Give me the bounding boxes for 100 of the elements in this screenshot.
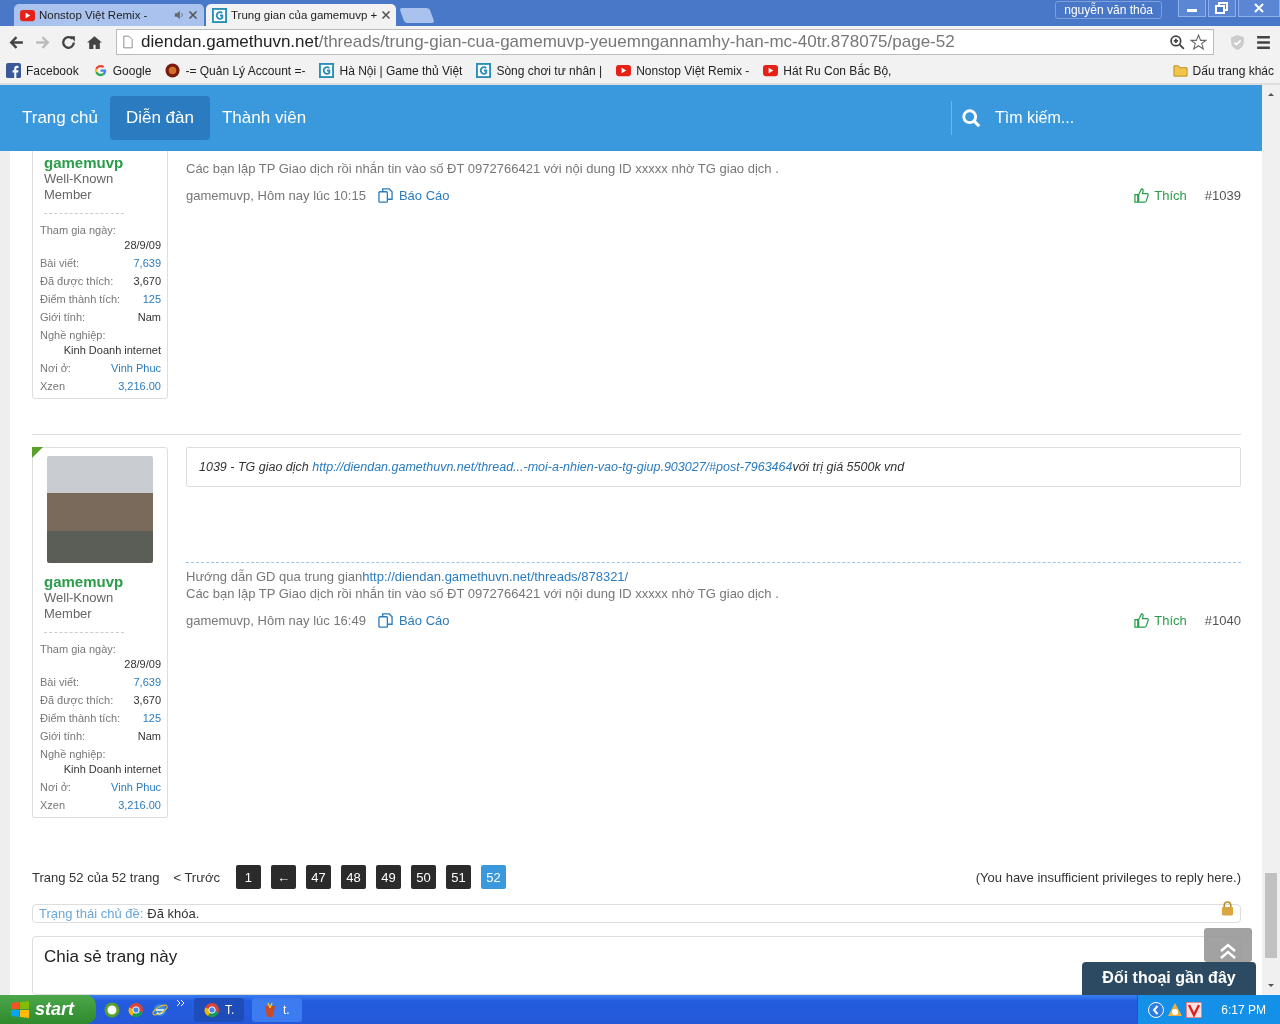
stat-value[interactable]: 7,639 <box>133 257 161 269</box>
browser-tab[interactable]: Nonstop Việt Remix - <box>14 4 204 26</box>
stat-label: Nghề nghiệp: <box>40 748 107 760</box>
bookmark[interactable]: Facebook <box>6 63 79 78</box>
bookmark[interactable]: Hà Nội | Game thủ Việt <box>319 63 463 78</box>
corner-mark-icon <box>32 447 43 458</box>
page-button[interactable]: 51 <box>445 865 471 889</box>
page-summary: Trang 52 của 52 trang <box>32 869 160 885</box>
left-chevron-icon[interactable] <box>1148 1001 1165 1018</box>
taskbar-button[interactable]: T. <box>194 997 244 1022</box>
quote-text: 1039 - TG giao dịch <box>199 460 309 474</box>
bookmark[interactable]: Google <box>92 63 152 78</box>
cup-icon <box>262 1001 278 1018</box>
four-color-flag-icon <box>10 1000 30 1019</box>
chevron-icon[interactable] <box>176 999 186 1007</box>
like-link[interactable]: Thích <box>1134 613 1187 628</box>
search-field[interactable]: Tìm kiếm... <box>993 108 1237 128</box>
share-title: Chia sẻ trang này <box>44 947 179 968</box>
stat-label: Giới tính: <box>40 311 86 323</box>
scrollbar[interactable] <box>1262 85 1280 995</box>
thumbs-up-icon <box>1134 613 1150 628</box>
g-logo-icon <box>92 63 108 78</box>
close-icon[interactable] <box>1238 0 1280 17</box>
bookmark[interactable]: -= Quản Lý Account =- <box>165 63 306 78</box>
new-tab-button[interactable] <box>399 8 435 23</box>
stat-value[interactable]: Vinh Phuc <box>111 362 161 374</box>
taskbar-button[interactable]: t. <box>252 997 302 1022</box>
page-button[interactable]: ← <box>270 865 296 889</box>
f-logo-icon <box>6 63 21 78</box>
post-number[interactable]: #1040 <box>1204 613 1241 628</box>
recent-chats-tab[interactable]: Đối thoại gần đây <box>1082 962 1256 995</box>
reload-icon[interactable] <box>60 33 77 51</box>
g-square-icon <box>476 63 492 78</box>
page-button[interactable]: 49 <box>375 865 401 889</box>
page-button[interactable]: 47 <box>305 865 331 889</box>
play-logo-icon <box>763 63 779 78</box>
page-button[interactable]: 1 <box>235 865 261 889</box>
photo-placeholder[interactable] <box>47 456 153 563</box>
bookmark[interactable]: Nonstop Việt Remix - <box>616 63 750 78</box>
page-button[interactable]: 50 <box>410 865 436 889</box>
stat-label: Điểm thành tích: <box>40 293 121 305</box>
signature-link[interactable]: http://diendan.gamethuvn.net/threads/878321/ <box>362 569 629 584</box>
v-logo-icon[interactable] <box>1186 1001 1203 1018</box>
stat-label: Bài viết: <box>40 257 80 269</box>
page-icon <box>123 35 133 49</box>
browser-logo-icon[interactable] <box>128 1001 144 1018</box>
post-number[interactable]: #1039 <box>1204 188 1241 203</box>
zoom-icon[interactable] <box>1169 33 1186 51</box>
signature-text: Các bạn lập TP Giao dịch rồi nhắn tin vào số ĐT 0972766421 với nội dung ID xxxxx nhờ TG giao dịch . <box>186 586 779 601</box>
close-icon[interactable] <box>381 10 392 20</box>
double-chevron-icon <box>1218 942 1238 960</box>
menu-icon[interactable] <box>1255 33 1272 51</box>
stat-value[interactable]: 125 <box>142 293 161 305</box>
tray-app-icon[interactable] <box>1167 1001 1184 1018</box>
stat-value[interactable]: 3,216.00 <box>118 799 161 811</box>
stat-value[interactable]: 125 <box>142 712 161 724</box>
stat-label: Bài viết: <box>40 676 80 688</box>
report-link[interactable]: Báo Cáo <box>377 188 450 203</box>
stat-label: Tham gia ngày: <box>40 224 117 236</box>
browser-logo-icon <box>204 1001 220 1018</box>
search-icon[interactable] <box>962 108 981 128</box>
stat-value: Nam <box>137 730 161 742</box>
g-square-icon <box>319 63 335 78</box>
report-icon <box>377 613 393 628</box>
scroll-down-icon[interactable] <box>1266 982 1276 990</box>
stat-value: Kinh Doanh internet <box>62 344 161 356</box>
e-logo-icon[interactable] <box>152 1001 168 1018</box>
close-icon[interactable] <box>188 10 198 20</box>
bookmark[interactable]: Hát Ru Con Bắc Bộ, <box>763 63 892 78</box>
stat-value[interactable]: 3,216.00 <box>118 380 161 392</box>
scroll-up-icon[interactable] <box>1266 90 1276 98</box>
stat-label: Điểm thành tích: <box>40 712 121 724</box>
stat-value[interactable]: 7,639 <box>133 676 161 688</box>
profile-button[interactable]: nguyễn văn thỏa <box>1055 1 1162 19</box>
scroll-to-top-button[interactable] <box>1204 928 1252 962</box>
thread-link[interactable]: http://diendan.gamethuvn.net/thread...-moi-a-nhien-vao-tg-giup.903027/#post-7963464 <box>312 460 793 474</box>
ring-icon[interactable] <box>104 1001 120 1018</box>
page-button[interactable]: 48 <box>340 865 366 889</box>
like-link[interactable]: Thích <box>1134 188 1187 203</box>
stat-label: Xzen <box>40 799 66 811</box>
reply-notice: (You have insufficient privileges to reply here.) <box>975 869 1241 885</box>
restore-icon[interactable] <box>1208 0 1236 17</box>
start-button[interactable]: start <box>0 995 96 1024</box>
home-icon[interactable] <box>86 33 103 51</box>
minimize-icon[interactable] <box>1178 0 1206 17</box>
clock: 6:17 PM <box>1221 1002 1266 1017</box>
previous-page-link[interactable]: < Trước <box>173 869 220 885</box>
bookmark-folder[interactable]: Dấu trang khác <box>1172 63 1274 78</box>
address-bar[interactable]: diendan.gamethuvn.net/threads/trung-gian-cua-gamemuvp-yeuemngannamhy-han-mc-40tr.878075/page-52 <box>116 29 1214 55</box>
stat-label: Đã được thích: <box>40 275 114 287</box>
scrollbar-thumb[interactable] <box>1265 873 1277 958</box>
report-link[interactable]: Báo Cáo <box>377 613 450 628</box>
browser-tab[interactable]: Trung gian của gamemuvp + <box>206 4 396 26</box>
stat-label: Giới tính: <box>40 730 86 742</box>
star-icon[interactable] <box>1190 33 1207 51</box>
stat-value[interactable]: Vinh Phuc <box>111 781 161 793</box>
signature-text: Hướng dẫn GD qua trung gian <box>186 569 363 584</box>
stat-value: Kinh Doanh internet <box>62 763 161 775</box>
nav-tab[interactable]: Diễn đàn <box>109 96 210 140</box>
bookmark[interactable]: Sòng chơi tư nhân | <box>476 63 603 78</box>
